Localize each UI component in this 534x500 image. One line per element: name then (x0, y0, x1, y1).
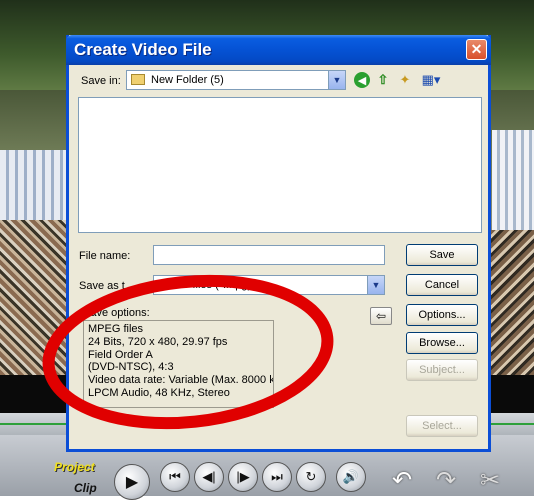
preview-crowd-right (490, 230, 534, 375)
file-list-pane[interactable] (78, 97, 482, 233)
folder-icon (131, 74, 145, 85)
dialog-titlebar[interactable]: Create Video File ✕ (66, 35, 491, 65)
speaker-icon: 🔊 (342, 469, 360, 484)
new-folder-icon[interactable]: ✦ (396, 71, 414, 89)
loop-button[interactable]: ↻ (296, 462, 326, 492)
chevron-down-icon[interactable]: ▼ (328, 71, 345, 89)
volume-button[interactable]: 🔊 (336, 462, 366, 492)
save-in-dropdown[interactable]: New Folder (5) ▼ (126, 70, 346, 90)
select-button[interactable]: Select... (406, 415, 478, 437)
go-to-start-button[interactable]: ⏮ (160, 462, 190, 492)
back-icon[interactable]: ◀ (354, 72, 370, 88)
dialog-title: Create Video File (74, 40, 212, 59)
project-mode-label[interactable]: Project (54, 460, 95, 474)
step-forward-icon: |▶ (236, 469, 250, 484)
step-back-button[interactable]: ◀| (194, 462, 224, 492)
views-menu-icon[interactable]: ▦▾ (419, 71, 443, 89)
clip-mode-label[interactable]: Clip (74, 481, 97, 495)
file-name-field[interactable] (153, 245, 385, 265)
undo-icon[interactable]: ↶ (392, 466, 412, 495)
close-icon: ✕ (470, 41, 483, 57)
save-in-label: Save in: (81, 75, 121, 87)
file-name-label: File name: (79, 250, 131, 262)
loop-icon: ↻ (305, 469, 317, 484)
save-in-value: New Folder (5) (151, 74, 224, 86)
save-button[interactable]: Save (406, 244, 478, 266)
skip-start-icon: ⏮ (169, 469, 181, 484)
close-button[interactable]: ✕ (466, 39, 487, 60)
step-forward-button[interactable]: |▶ (228, 462, 258, 492)
redo-icon[interactable]: ↷ (436, 466, 456, 495)
go-to-end-button[interactable]: ⏭ (262, 462, 292, 492)
browse-button[interactable]: Browse... (406, 332, 478, 354)
cancel-button[interactable]: Cancel (406, 274, 478, 296)
scissors-icon[interactable]: ✂ (480, 466, 500, 495)
copy-options-arrow-button[interactable]: ⇦ (370, 307, 392, 325)
step-back-icon: ◀| (202, 469, 216, 484)
skip-end-icon: ⏭ (271, 469, 283, 484)
options-button[interactable]: Options... (406, 304, 478, 326)
subject-button[interactable]: Subject... (406, 359, 478, 381)
chevron-down-icon[interactable]: ▼ (367, 276, 384, 294)
arrow-left-icon: ⇦ (375, 309, 387, 323)
preview-tent-right (492, 130, 534, 230)
red-annotation-ellipse (42, 274, 334, 430)
play-button[interactable]: ▶ (114, 464, 150, 500)
play-icon: ▶ (125, 474, 139, 491)
up-folder-icon[interactable]: ⇧ (374, 71, 392, 89)
preview-tent-left (0, 150, 68, 220)
